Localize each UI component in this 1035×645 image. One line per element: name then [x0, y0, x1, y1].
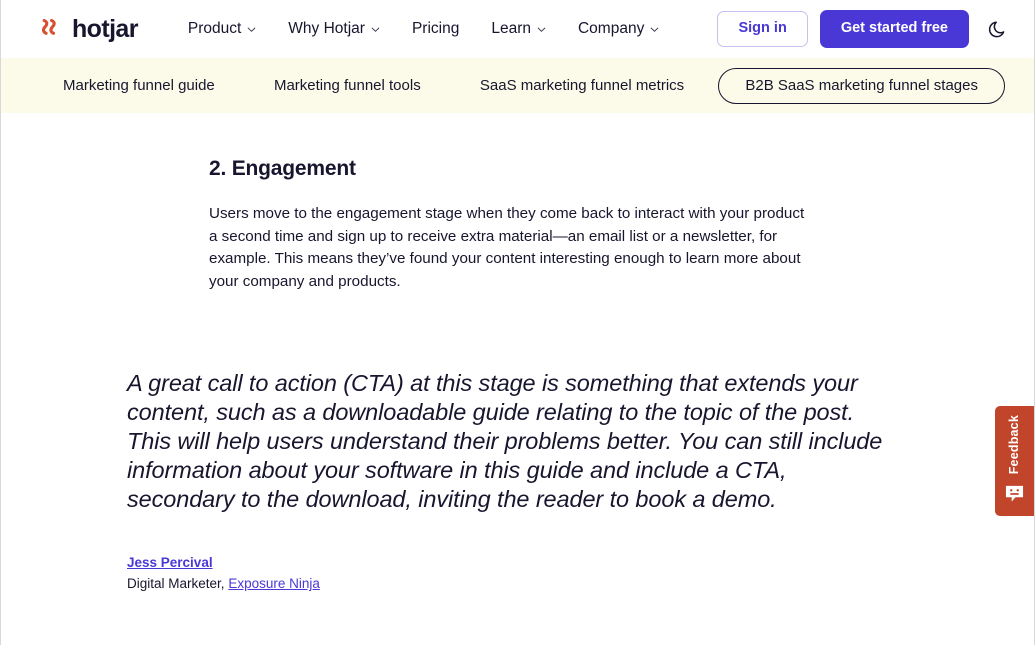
main-content: 2. Engagement Users move to the engageme…	[0, 113, 1035, 594]
attribution-role-row: Digital Marketer, Exposure Ninja	[127, 573, 1035, 594]
header-actions: Sign in Get started free	[717, 10, 1013, 48]
body-paragraph: Users move to the engagement stage when …	[209, 203, 809, 293]
primary-nav: Product Why Hotjar Pricing Learn Company	[172, 14, 718, 44]
sign-in-button[interactable]: Sign in	[717, 11, 807, 47]
sub-tab-marketing-funnel-tools[interactable]: Marketing funnel tools	[249, 68, 446, 104]
hotjar-logo-icon	[38, 16, 64, 42]
sub-tab-marketing-funnel-guide[interactable]: Marketing funnel guide	[38, 68, 240, 104]
theme-toggle-button[interactable]	[983, 14, 1013, 44]
attribution-role: Digital Marketer,	[127, 576, 225, 591]
nav-item-label: Pricing	[412, 20, 459, 38]
nav-item-label: Learn	[491, 20, 531, 38]
section-heading: 2. Engagement	[209, 157, 1035, 181]
quote-attribution: Jess Percival Digital Marketer, Exposure…	[0, 552, 1035, 594]
sub-tab-saas-marketing-funnel-metrics[interactable]: SaaS marketing funnel metrics	[455, 68, 709, 104]
pull-quote-text: A great call to action (CTA) at this sta…	[127, 369, 897, 514]
nav-item-company[interactable]: Company	[562, 14, 675, 44]
nav-item-label: Why Hotjar	[288, 20, 365, 38]
article-column: 2. Engagement Users move to the engageme…	[0, 113, 1035, 293]
sub-nav: Marketing funnel guide Marketing funnel …	[0, 58, 1035, 113]
brand-logo[interactable]: hotjar	[38, 16, 138, 42]
feedback-widget-button[interactable]: Feedback	[995, 406, 1034, 516]
nav-item-label: Company	[578, 20, 644, 38]
brand-name: hotjar	[72, 17, 138, 42]
get-started-free-button[interactable]: Get started free	[820, 10, 969, 48]
smiley-face-icon	[1004, 484, 1025, 503]
page-edge-left	[0, 0, 1, 645]
attribution-author-link[interactable]: Jess Percival	[127, 555, 213, 570]
chevron-down-icon	[537, 25, 546, 34]
attribution-company-link[interactable]: Exposure Ninja	[228, 576, 320, 591]
pull-quote-block: A great call to action (CTA) at this sta…	[0, 369, 1035, 514]
chevron-down-icon	[371, 25, 380, 34]
attribution-name-row: Jess Percival	[127, 552, 1035, 573]
sub-tab-b2b-saas-marketing-funnel-stages[interactable]: B2B SaaS marketing funnel stages	[718, 68, 1005, 104]
site-header: hotjar Product Why Hotjar Pricing Learn …	[0, 0, 1035, 58]
moon-icon	[987, 18, 1009, 40]
feedback-label: Feedback	[1008, 415, 1021, 474]
nav-item-learn[interactable]: Learn	[475, 14, 562, 44]
nav-item-label: Product	[188, 20, 241, 38]
nav-item-product[interactable]: Product	[172, 14, 272, 44]
chevron-down-icon	[650, 25, 659, 34]
chevron-down-icon	[247, 25, 256, 34]
nav-item-pricing[interactable]: Pricing	[396, 14, 475, 44]
nav-item-why-hotjar[interactable]: Why Hotjar	[272, 14, 396, 44]
